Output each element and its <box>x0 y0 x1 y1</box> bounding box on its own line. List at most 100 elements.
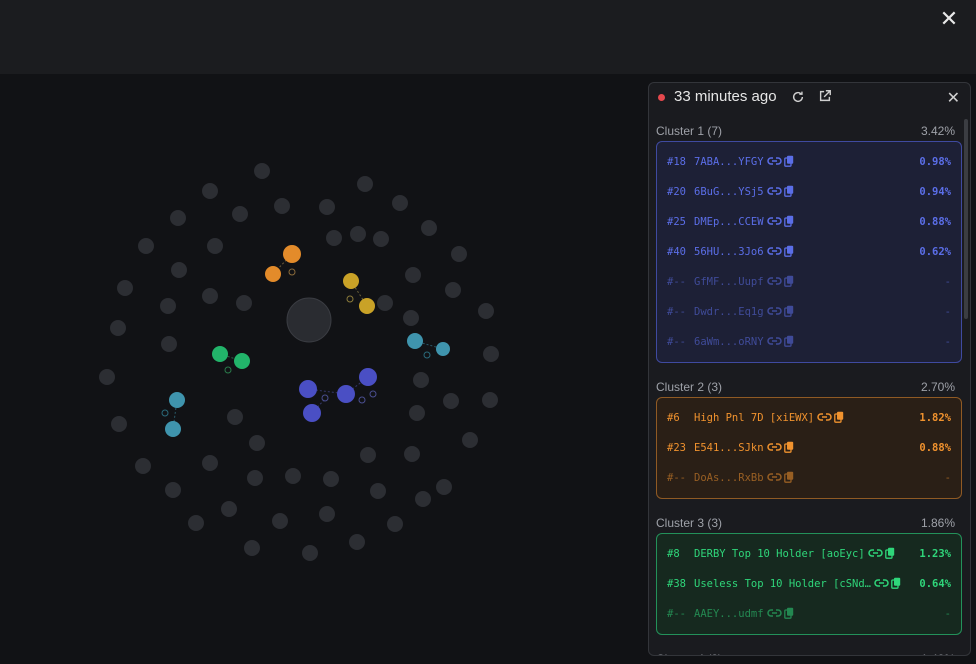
holder-address[interactable]: Useless Top 10 Holder [cSNd… <box>694 578 871 590</box>
cluster-junction[interactable] <box>423 351 431 359</box>
holder-row[interactable]: #25 DMEp...CCEW 0.88% <box>657 207 961 237</box>
copy-icon[interactable] <box>891 577 901 589</box>
holder-address[interactable]: High Pnl 7D [xiEWX] <box>694 412 814 424</box>
holder-row[interactable]: #-- AAEY...udmf - <box>657 599 961 629</box>
holder-bubble[interactable] <box>413 372 429 388</box>
holder-address[interactable]: 7ABA...YFGY <box>694 156 764 168</box>
holder-bubble[interactable] <box>188 515 204 531</box>
holder-bubble[interactable] <box>170 210 186 226</box>
holder-bubble[interactable] <box>370 483 386 499</box>
holder-bubble[interactable] <box>326 230 342 246</box>
holder-address[interactable]: DoAs...RxBb <box>694 472 764 484</box>
holder-bubble[interactable] <box>478 303 494 319</box>
holder-row[interactable]: #-- Dwdr...Eq1g - <box>657 297 961 327</box>
holder-bubble[interactable] <box>319 199 335 215</box>
holder-address[interactable]: 6aWm...oRNY <box>694 336 764 348</box>
copy-icon[interactable] <box>784 335 794 347</box>
holder-bubble[interactable] <box>236 295 252 311</box>
panel-close-icon[interactable]: ✕ <box>947 88 960 108</box>
holder-bubble[interactable] <box>373 231 389 247</box>
cluster-junction[interactable] <box>369 390 377 398</box>
cluster-junction[interactable] <box>321 394 329 402</box>
holder-bubble[interactable] <box>110 320 126 336</box>
holder-bubble[interactable] <box>436 479 452 495</box>
link-icon[interactable] <box>868 547 883 559</box>
holder-bubble[interactable] <box>99 369 115 385</box>
copy-icon[interactable] <box>784 441 794 453</box>
cluster-junction[interactable] <box>288 268 296 276</box>
copy-icon[interactable] <box>784 185 794 197</box>
holder-bubble[interactable] <box>138 238 154 254</box>
copy-icon[interactable] <box>784 215 794 227</box>
link-icon[interactable] <box>767 275 782 287</box>
copy-icon[interactable] <box>784 607 794 619</box>
close-icon[interactable]: ✕ <box>938 8 960 30</box>
holder-bubble[interactable] <box>202 288 218 304</box>
link-icon[interactable] <box>767 305 782 317</box>
cluster-bubble[interactable] <box>212 346 228 362</box>
holder-bubble[interactable] <box>323 471 339 487</box>
link-icon[interactable] <box>817 411 832 423</box>
holder-bubble[interactable] <box>254 163 270 179</box>
holder-address[interactable]: GfMF...Uupf <box>694 276 764 288</box>
holder-bubble[interactable] <box>135 458 151 474</box>
cluster-junction[interactable] <box>346 295 354 303</box>
holder-bubble[interactable] <box>357 176 373 192</box>
holder-row[interactable]: #38 Useless Top 10 Holder [cSNd… 0.64% <box>657 569 961 599</box>
holder-row[interactable]: #-- GfMF...Uupf - <box>657 267 961 297</box>
link-icon[interactable] <box>767 335 782 347</box>
link-icon[interactable] <box>767 441 782 453</box>
holder-bubble[interactable] <box>403 310 419 326</box>
copy-icon[interactable] <box>784 305 794 317</box>
cluster-junction[interactable] <box>224 366 232 374</box>
holder-bubble[interactable] <box>349 534 365 550</box>
copy-icon[interactable] <box>784 471 794 483</box>
copy-icon[interactable] <box>784 245 794 257</box>
holder-bubble[interactable] <box>392 195 408 211</box>
cluster-bubble[interactable] <box>359 368 377 386</box>
copy-icon[interactable] <box>885 547 895 559</box>
holder-bubble[interactable] <box>165 482 181 498</box>
holder-bubble[interactable] <box>302 545 318 561</box>
link-icon[interactable] <box>767 245 782 257</box>
cluster-bubble[interactable] <box>299 380 317 398</box>
cluster-bubble[interactable] <box>436 342 450 356</box>
cluster-bubble[interactable] <box>303 404 321 422</box>
holder-bubble[interactable] <box>244 540 260 556</box>
holder-address[interactable]: AAEY...udmf <box>694 608 764 620</box>
copy-icon[interactable] <box>784 275 794 287</box>
holder-bubble[interactable] <box>117 280 133 296</box>
link-icon[interactable] <box>767 185 782 197</box>
holder-bubble[interactable] <box>445 282 461 298</box>
holder-bubble[interactable] <box>387 516 403 532</box>
holder-bubble[interactable] <box>247 470 263 486</box>
holder-row[interactable]: #18 7ABA...YFGY 0.98% <box>657 147 961 177</box>
holder-row[interactable]: #6 High Pnl 7D [xiEWX] 1.82% <box>657 403 961 433</box>
cluster-junction[interactable] <box>358 396 366 404</box>
holder-row[interactable]: #20 6BuG...YSj5 0.94% <box>657 177 961 207</box>
holder-address[interactable]: E541...SJkn <box>694 442 764 454</box>
holder-bubble[interactable] <box>360 447 376 463</box>
cluster-bubble[interactable] <box>337 385 355 403</box>
refresh-icon[interactable] <box>791 90 805 104</box>
holder-bubble[interactable] <box>415 491 431 507</box>
link-icon[interactable] <box>767 215 782 227</box>
holder-bubble[interactable] <box>482 392 498 408</box>
cluster-bubble[interactable] <box>343 273 359 289</box>
holder-bubble[interactable] <box>232 206 248 222</box>
holder-address[interactable]: DERBY Top 10 Holder [aoEyc] <box>694 548 865 560</box>
holder-bubble[interactable] <box>405 267 421 283</box>
holder-row[interactable]: #-- DoAs...RxBb - <box>657 463 961 493</box>
holder-bubble[interactable] <box>249 435 265 451</box>
holder-address[interactable]: DMEp...CCEW <box>694 216 764 228</box>
holder-bubble[interactable] <box>207 238 223 254</box>
scrollbar[interactable] <box>964 119 968 319</box>
holder-bubble[interactable] <box>451 246 467 262</box>
holder-bubble[interactable] <box>171 262 187 278</box>
link-icon[interactable] <box>874 577 889 589</box>
holder-bubble[interactable] <box>350 226 366 242</box>
holder-bubble[interactable] <box>443 393 459 409</box>
cluster-bubble[interactable] <box>407 333 423 349</box>
copy-icon[interactable] <box>784 155 794 167</box>
holder-address[interactable]: 56HU...3Jo6 <box>694 246 764 258</box>
